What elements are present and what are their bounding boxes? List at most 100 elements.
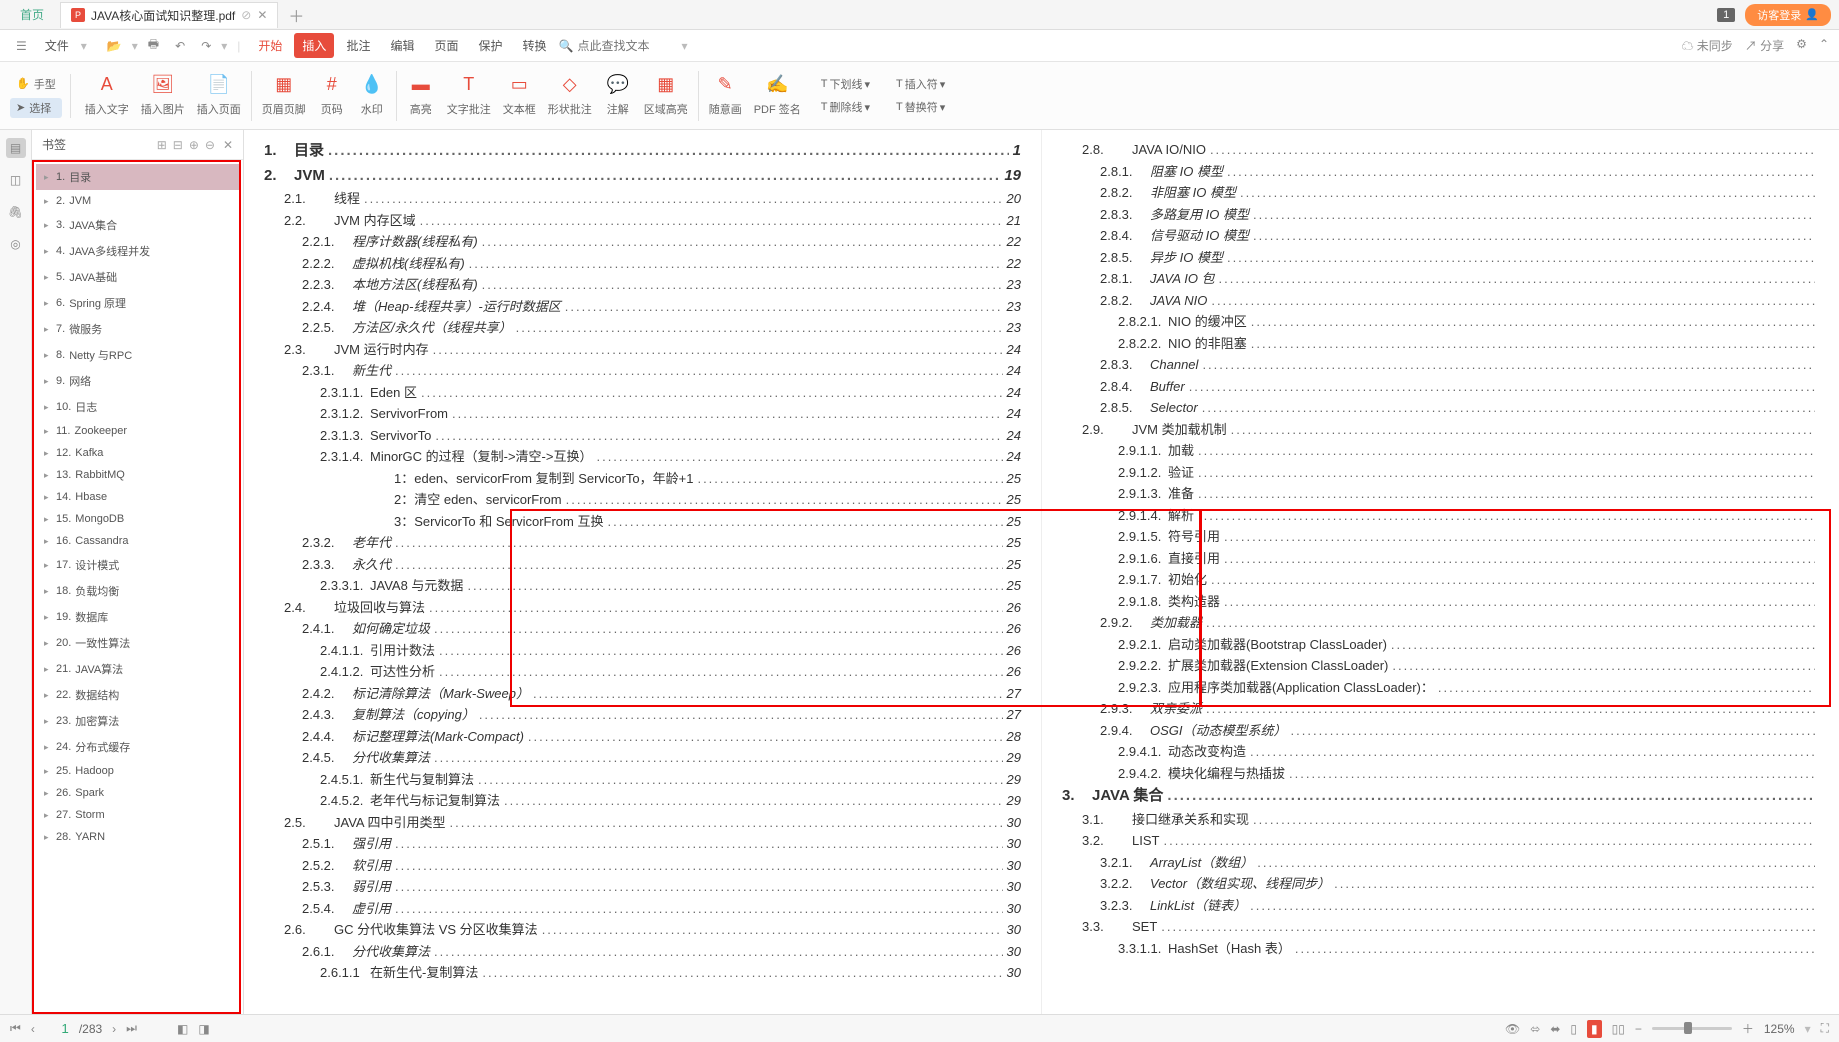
bookmark-item[interactable]: ▸17. 设计模式: [36, 552, 239, 578]
notification-badge[interactable]: 1: [1717, 8, 1735, 22]
toc-entry[interactable]: 2.9.1.1.加载..............................…: [1062, 441, 1819, 461]
bookmark-item[interactable]: ▸2. JVM: [36, 190, 239, 212]
toc-entry[interactable]: 2.9.4.1.动态改变构造..........................…: [1062, 742, 1819, 762]
expand-icon[interactable]: ▸: [44, 196, 52, 207]
toc-entry[interactable]: 3.JAVA 集合...............................…: [1062, 785, 1819, 808]
toc-entry[interactable]: 2.9.1.8.类构造器............................…: [1062, 592, 1819, 612]
next-page-icon[interactable]: ›: [112, 1022, 116, 1036]
settings-icon[interactable]: ⚙: [1796, 37, 1807, 54]
continuous-icon[interactable]: ▮: [1587, 1020, 1602, 1038]
toc-entry[interactable]: 2.9.2.2.扩展类加载器(Extension ClassLoader)...…: [1062, 656, 1819, 676]
toolbar-插入文字[interactable]: A插入文字: [79, 71, 135, 121]
toc-entry[interactable]: 2.3.JVM 运行时内存...........................…: [264, 340, 1021, 360]
toc-entry[interactable]: 2.8.2.1.NIO 的缓冲区........................…: [1062, 312, 1819, 332]
toc-entry[interactable]: 2.3.1.1.Eden 区..........................…: [264, 383, 1021, 403]
toc-entry[interactable]: 2.9.3.双亲委派..............................…: [1062, 699, 1819, 719]
toc-entry[interactable]: 2.4.4.标记整理算法(Mark-Compact)..............…: [264, 727, 1021, 747]
bookmark-item[interactable]: ▸13. RabbitMQ: [36, 464, 239, 486]
toolbar-页眉页脚[interactable]: ▦页眉页脚: [256, 71, 312, 121]
toc-entry[interactable]: 2.4.5.分代收集算法............................…: [264, 748, 1021, 768]
expand-icon[interactable]: ▸: [44, 536, 52, 547]
expand-icon[interactable]: ▸: [44, 690, 52, 701]
expand-icon[interactable]: ▸: [44, 664, 52, 675]
bookmark-item[interactable]: ▸20. 一致性算法: [36, 630, 239, 656]
bookmark-item[interactable]: ▸27. Storm: [36, 804, 239, 826]
expand-icon[interactable]: ▸: [44, 492, 52, 503]
bookmark-item[interactable]: ▸9. 网络: [36, 368, 239, 394]
expand-icon[interactable]: ▸: [44, 638, 52, 649]
hand-tool[interactable]: ✋手型: [10, 74, 62, 94]
toolbar-注解[interactable]: 💬注解: [598, 71, 638, 121]
bookmark-item[interactable]: ▸6. Spring 原理: [36, 290, 239, 316]
attachment-icon[interactable]: 🖇: [6, 202, 26, 222]
zoom-out-icon[interactable]: −: [1635, 1022, 1642, 1036]
stamp-icon[interactable]: ◎: [6, 234, 26, 254]
toc-entry[interactable]: 2.8.1.阻塞 IO 模型..........................…: [1062, 162, 1819, 182]
toolbar-文字批注[interactable]: T文字批注: [441, 71, 497, 121]
expand-icon[interactable]: ▸: [44, 514, 52, 525]
menu-annotate[interactable]: 批注: [338, 33, 378, 58]
toc-entry[interactable]: 2.4.2.标记清除算法（Mark-Sweep）................…: [264, 684, 1021, 704]
toolbar-PDF 签名[interactable]: ✍PDF 签名: [748, 71, 807, 121]
page-layout2-icon[interactable]: ◨: [198, 1022, 209, 1036]
menu-file[interactable]: 文件: [37, 33, 77, 58]
print-icon[interactable]: 🖶: [142, 31, 165, 60]
toc-entry[interactable]: 2.3.3.1.JAVA8 与元数据......................…: [264, 576, 1021, 596]
login-button[interactable]: 访客登录👤: [1745, 4, 1831, 26]
toolbar-区域高亮[interactable]: ▦区域高亮: [638, 71, 694, 121]
open-icon[interactable]: 📂: [101, 35, 128, 57]
bookmark-item[interactable]: ▸25. Hadoop: [36, 760, 239, 782]
menu-page[interactable]: 页面: [426, 33, 466, 58]
expand-icon[interactable]: ▸: [44, 560, 52, 571]
toc-entry[interactable]: 2.8.2.非阻塞 IO 模型.........................…: [1062, 183, 1819, 203]
strike-tool[interactable]: T 删除线 ▾: [817, 97, 874, 117]
close-tab-icon[interactable]: ✕: [257, 8, 267, 22]
bm-add-icon[interactable]: ⊕: [189, 138, 199, 152]
expand-icon[interactable]: ▸: [44, 350, 52, 361]
document-viewport[interactable]: 1.目录....................................…: [244, 130, 1839, 1014]
toc-entry[interactable]: 2.3.1.3.ServivorTo......................…: [264, 426, 1021, 446]
two-page-icon[interactable]: ▯▯: [1612, 1022, 1625, 1036]
toc-entry[interactable]: 2.9.4.2.模块化编程与热插拔.......................…: [1062, 764, 1819, 784]
bookmark-item[interactable]: ▸16. Cassandra: [36, 530, 239, 552]
home-tab[interactable]: 首页: [8, 2, 56, 27]
expand-icon[interactable]: ▸: [44, 742, 52, 753]
bookmark-item[interactable]: ▸4. JAVA多线程并发: [36, 238, 239, 264]
toc-entry[interactable]: 2.3.1.4.MinorGC 的过程（复制->清空->互换）.........…: [264, 447, 1021, 467]
toc-entry[interactable]: 2.9.1.3.准备..............................…: [1062, 484, 1819, 504]
eye-icon[interactable]: 👁: [1505, 1022, 1520, 1036]
expand-icon[interactable]: ▸: [44, 612, 52, 623]
toc-entry[interactable]: 3.1.接口继承关系和实现...........................…: [1062, 810, 1819, 830]
toc-entry[interactable]: 2.2.1.程序计数器(线程私有).......................…: [264, 232, 1021, 252]
toc-entry[interactable]: 2.3.3.永久代...............................…: [264, 555, 1021, 575]
expand-icon[interactable]: ▸: [44, 376, 52, 387]
expand-icon[interactable]: ▸: [44, 402, 52, 413]
toc-entry[interactable]: 2.8.4.Buffer............................…: [1062, 377, 1819, 397]
bookmark-item[interactable]: ▸28. YARN: [36, 826, 239, 848]
toc-entry[interactable]: 2.5.2.软引用...............................…: [264, 856, 1021, 876]
toc-entry[interactable]: 2.9.1.6.直接引用............................…: [1062, 549, 1819, 569]
toc-entry[interactable]: 2.9.JVM 类加载机制...........................…: [1062, 420, 1819, 440]
toc-entry[interactable]: 2.2.2.虚拟机栈(线程私有)........................…: [264, 254, 1021, 274]
expand-icon[interactable]: ▸: [44, 470, 52, 481]
expand-icon[interactable]: ▸: [44, 220, 52, 231]
bookmark-item[interactable]: ▸26. Spark: [36, 782, 239, 804]
toc-entry[interactable]: 2.9.1.2.验证..............................…: [1062, 463, 1819, 483]
select-tool[interactable]: ➤选择: [10, 98, 62, 118]
document-tab[interactable]: P JAVA核心面试知识整理.pdf ⊘ ✕: [60, 2, 278, 28]
toc-entry[interactable]: 2.8.2.JAVA NIO..........................…: [1062, 291, 1819, 311]
bookmark-item[interactable]: ▸7. 微服务: [36, 316, 239, 342]
expand-icon[interactable]: ▸: [44, 448, 52, 459]
toc-entry[interactable]: 3.3.SET.................................…: [1062, 917, 1819, 937]
toc-entry[interactable]: 2.4.1.如何确定垃圾............................…: [264, 619, 1021, 639]
toc-entry[interactable]: 2.9.2.类加载器..............................…: [1062, 613, 1819, 633]
toc-entry[interactable]: 3.2.1.ArrayList（数组）.....................…: [1062, 853, 1819, 873]
fit-width-icon[interactable]: ⬄: [1530, 1022, 1540, 1036]
bookmark-item[interactable]: ▸3. JAVA集合: [36, 212, 239, 238]
collapse-icon[interactable]: ⌃: [1819, 37, 1829, 54]
bookmark-item[interactable]: ▸8. Netty 与RPC: [36, 342, 239, 368]
menu-edit[interactable]: 编辑: [382, 33, 422, 58]
bookmark-item[interactable]: ▸21. JAVA算法: [36, 656, 239, 682]
expand-icon[interactable]: ▸: [44, 298, 52, 309]
redo-icon[interactable]: ↷: [195, 35, 217, 57]
